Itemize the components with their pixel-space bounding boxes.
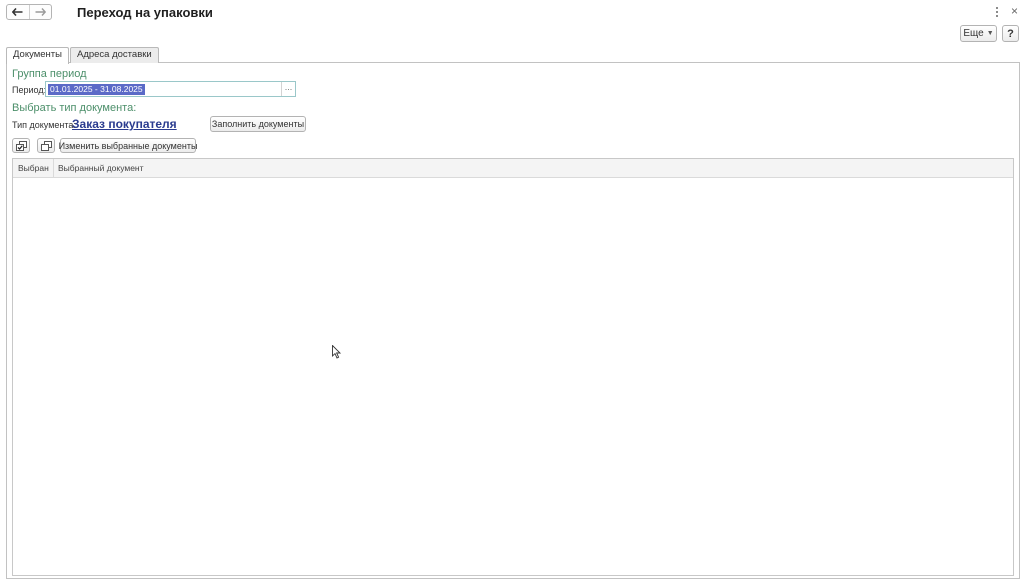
forward-button[interactable] xyxy=(28,5,52,19)
tab-delivery-addresses[interactable]: Адреса доставки xyxy=(69,47,159,63)
doc-type-link[interactable]: Заказ покупателя xyxy=(72,117,177,131)
uncheck-all-icon xyxy=(40,140,52,151)
table-header: Выбран Выбранный документ xyxy=(13,159,1013,178)
mouse-cursor-icon xyxy=(332,345,342,359)
more-options-icon[interactable] xyxy=(993,5,1001,19)
period-group-title: Группа период xyxy=(12,68,87,80)
uncheck-all-button[interactable] xyxy=(37,138,55,153)
help-button[interactable]: ? xyxy=(1002,25,1019,42)
column-header-selected[interactable]: Выбран xyxy=(13,159,54,177)
doc-type-group-title: Выбрать тип документа: xyxy=(12,102,137,114)
check-all-button[interactable] xyxy=(12,138,30,153)
documents-table[interactable]: Выбран Выбранный документ xyxy=(12,158,1014,576)
page-title: Переход на упаковки xyxy=(77,5,213,20)
close-icon[interactable]: × xyxy=(1011,4,1018,18)
more-button-label: Еще xyxy=(963,28,984,39)
period-input[interactable]: 01.01.2025 - 31.08.2025 ... xyxy=(45,81,296,97)
doc-type-label: Тип документа: xyxy=(12,120,76,130)
tab-documents[interactable]: Документы xyxy=(6,47,69,64)
period-value: 01.01.2025 - 31.08.2025 xyxy=(48,84,145,95)
back-button[interactable] xyxy=(7,5,29,19)
period-label: Период: xyxy=(12,85,47,95)
column-header-selected-document[interactable]: Выбранный документ xyxy=(54,159,1013,177)
change-selected-documents-button[interactable]: Изменить выбранные документы xyxy=(59,138,197,153)
navigation-buttons xyxy=(6,4,52,20)
fill-documents-button[interactable]: Заполнить документы xyxy=(210,116,306,132)
more-button[interactable]: Еще ▼ xyxy=(960,25,997,42)
period-picker-button[interactable]: ... xyxy=(281,82,295,96)
tab-bar: Документы Адреса доставки xyxy=(6,47,160,64)
check-all-icon xyxy=(15,140,27,151)
arrow-left-icon xyxy=(12,8,23,16)
chevron-down-icon: ▼ xyxy=(986,30,994,37)
arrow-right-icon xyxy=(35,8,46,16)
